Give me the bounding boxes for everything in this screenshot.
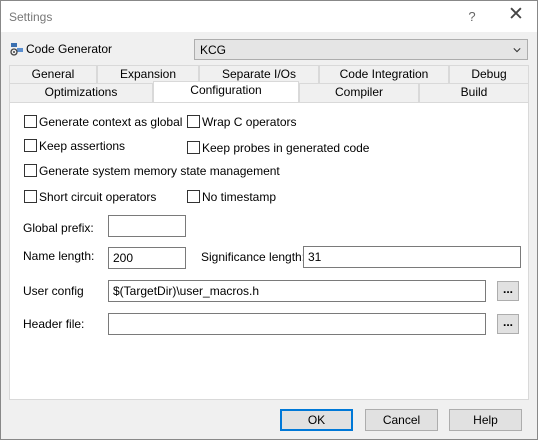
gen-context-global-label: Generate context as global xyxy=(39,115,183,129)
title-bar: Settings ? ✕ xyxy=(1,1,537,32)
code-generator-icon xyxy=(10,43,23,56)
tab-configuration[interactable]: Configuration xyxy=(153,81,299,102)
wrap-c-operators-checkbox[interactable] xyxy=(187,115,200,128)
wrap-c-operators-label: Wrap C operators xyxy=(202,115,297,129)
keep-assertions-checkbox[interactable] xyxy=(24,139,37,152)
user-config-input[interactable]: $(TargetDir)\user_macros.h xyxy=(108,280,486,302)
gen-context-global-checkbox[interactable] xyxy=(24,115,37,128)
header-file-label: Header file: xyxy=(23,317,85,331)
name-length-label: Name length: xyxy=(23,249,95,263)
global-prefix-label: Global prefix: xyxy=(23,221,94,235)
short-circuit-label: Short circuit operators xyxy=(39,190,157,204)
global-prefix-input[interactable] xyxy=(108,215,186,237)
header-file-input[interactable] xyxy=(108,313,486,335)
tab-debug[interactable]: Debug xyxy=(449,65,529,83)
settings-dialog: Settings ? ✕ Code Generator KCG General … xyxy=(0,0,538,440)
tab-general[interactable]: General xyxy=(9,65,97,83)
no-timestamp-label: No timestamp xyxy=(202,190,277,204)
help-button[interactable]: Help xyxy=(449,409,522,431)
window-title: Settings xyxy=(9,10,53,24)
significance-length-label: Significance length: xyxy=(201,250,306,264)
code-generator-select[interactable]: KCG xyxy=(194,39,528,60)
gen-system-memory-checkbox[interactable] xyxy=(24,164,37,177)
keep-probes-checkbox[interactable] xyxy=(187,141,200,154)
user-config-browse-button[interactable]: ... xyxy=(497,281,519,301)
chevron-down-icon xyxy=(513,48,521,53)
name-length-input[interactable]: 200 xyxy=(108,247,186,269)
cancel-button[interactable]: Cancel xyxy=(365,409,438,431)
user-config-label: User config xyxy=(23,284,84,298)
significance-length-input[interactable]: 31 xyxy=(303,246,521,268)
keep-assertions-label: Keep assertions xyxy=(39,139,126,153)
tab-code-integration[interactable]: Code Integration xyxy=(319,65,449,83)
close-icon[interactable]: ✕ xyxy=(506,5,526,25)
tab-build[interactable]: Build xyxy=(419,83,529,103)
ok-button[interactable]: OK xyxy=(280,409,353,431)
short-circuit-checkbox[interactable] xyxy=(24,190,37,203)
tab-compiler[interactable]: Compiler xyxy=(299,83,419,103)
keep-probes-label: Keep probes in generated code xyxy=(202,141,370,155)
help-title-button[interactable]: ? xyxy=(464,9,480,24)
header-file-browse-button[interactable]: ... xyxy=(497,314,519,334)
code-generator-label: Code Generator xyxy=(26,42,113,56)
no-timestamp-checkbox[interactable] xyxy=(187,190,200,203)
tab-optimizations[interactable]: Optimizations xyxy=(9,83,153,103)
configuration-panel: Generate context as global Wrap C operat… xyxy=(9,102,529,400)
gen-system-memory-label: Generate system memory state management xyxy=(39,164,280,178)
code-generator-value: KCG xyxy=(200,43,227,57)
